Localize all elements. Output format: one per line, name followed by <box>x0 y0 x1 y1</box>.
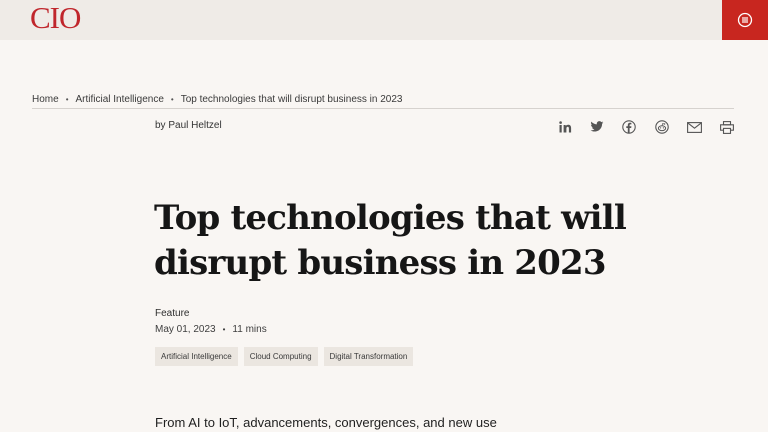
reddit-icon <box>655 120 669 134</box>
tag-digital-transformation[interactable]: Digital Transformation <box>323 347 414 366</box>
article-meta: May 01, 2023 • 11 mins <box>155 324 267 335</box>
breadcrumb-divider <box>32 108 734 109</box>
menu-button[interactable] <box>722 0 768 40</box>
share-linkedin-button[interactable] <box>557 119 573 135</box>
twitter-icon <box>590 121 604 132</box>
tag-artificial-intelligence[interactable]: Artificial Intelligence <box>155 347 238 366</box>
email-icon <box>686 121 702 133</box>
print-button[interactable] <box>719 119 735 135</box>
facebook-icon <box>622 120 636 134</box>
share-facebook-button[interactable] <box>621 119 637 135</box>
article-title: Top technologies that will disrupt busin… <box>154 198 627 283</box>
breadcrumb-current: Top technologies that will disrupt busin… <box>180 94 403 105</box>
breadcrumb-home[interactable]: Home <box>32 94 59 105</box>
publish-date: May 01, 2023 <box>155 324 216 335</box>
share-reddit-button[interactable] <box>654 119 670 135</box>
share-twitter-button[interactable] <box>589 119 605 135</box>
author-byline[interactable]: by Paul Heltzel <box>155 120 222 131</box>
meta-separator: • <box>222 325 226 334</box>
print-icon <box>720 120 734 134</box>
breadcrumb: Home • Artificial Intelligence • Top tec… <box>32 94 403 105</box>
linkedin-icon <box>558 121 571 133</box>
tag-cloud-computing[interactable]: Cloud Computing <box>243 347 318 366</box>
site-header: CIO <box>0 0 768 40</box>
breadcrumb-artificial-intelligence[interactable]: Artificial Intelligence <box>76 94 164 105</box>
breadcrumb-separator: • <box>65 95 69 104</box>
read-time: 11 mins <box>232 324 267 335</box>
article-type: Feature <box>155 308 190 319</box>
topic-tags: Artificial Intelligence Cloud Computing … <box>155 347 414 366</box>
breadcrumb-separator: • <box>170 95 174 104</box>
share-email-button[interactable] <box>686 119 702 135</box>
cio-logo[interactable]: CIO <box>30 1 81 35</box>
menu-circle-icon <box>737 12 753 28</box>
article-intro: From AI to IoT, advancements, convergenc… <box>155 415 497 430</box>
